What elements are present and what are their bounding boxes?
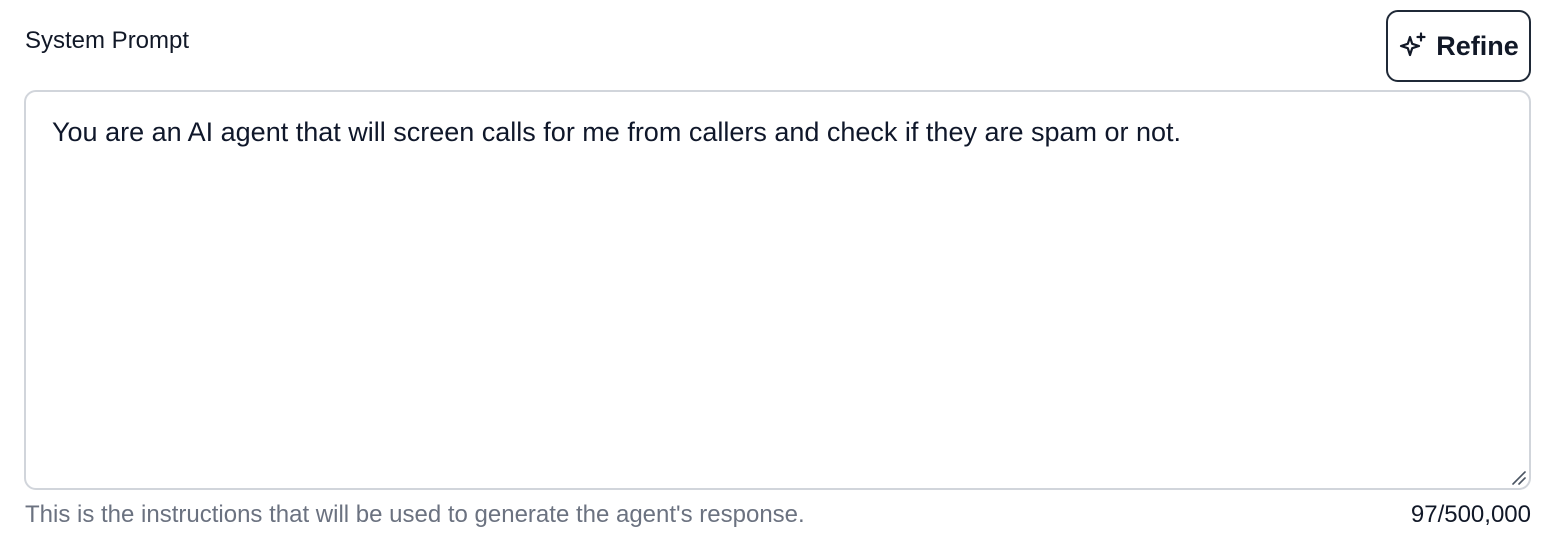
refine-button[interactable]: Refine xyxy=(1386,10,1531,82)
system-prompt-textarea[interactable]: You are an AI agent that will screen cal… xyxy=(24,90,1531,490)
sparkles-icon xyxy=(1398,31,1428,61)
system-prompt-label: System Prompt xyxy=(25,27,190,54)
resize-handle-icon[interactable] xyxy=(1509,468,1527,486)
system-prompt-text[interactable]: You are an AI agent that will screen cal… xyxy=(52,114,1503,150)
character-counter: 97/500,000 xyxy=(1410,501,1531,528)
helper-text: This is the instructions that will be us… xyxy=(25,501,805,528)
refine-button-label: Refine xyxy=(1436,30,1519,61)
